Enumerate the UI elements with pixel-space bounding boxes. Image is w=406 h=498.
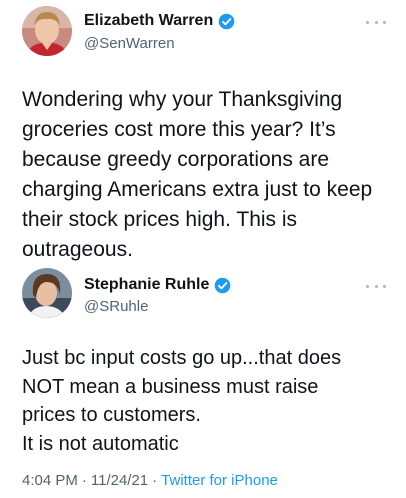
verified-badge-icon	[218, 13, 235, 30]
tweet-header: Elizabeth Warren @SenWarren	[0, 0, 406, 60]
avatar-elizabeth-warren[interactable]	[22, 6, 72, 56]
quoted-tweet-body: Just bc input costs go up...that does NO…	[22, 347, 342, 455]
more-options-icon[interactable]	[366, 18, 386, 26]
tweet-body: Wondering why your Thanksgiving grocerie…	[22, 88, 373, 261]
separator: ·	[152, 472, 158, 489]
quoted-author-handle[interactable]: @SRuhle	[84, 298, 148, 315]
quoted-author-name[interactable]: Stephanie Ruhle	[84, 276, 209, 294]
verified-badge-icon	[214, 277, 231, 294]
tweet-time[interactable]: 4:04 PM	[22, 472, 78, 489]
tweet-date[interactable]: 11/24/21	[91, 472, 148, 489]
tweet-source-link[interactable]: Twitter for iPhone	[161, 472, 278, 489]
author-handle[interactable]: @SenWarren	[84, 35, 175, 52]
avatar-stephanie-ruhle[interactable]	[22, 268, 72, 318]
quoted-tweet-header: Stephanie Ruhle @SRuhle	[0, 262, 406, 322]
tweet-meta: 4:04 PM · 11/24/21 · Twitter for iPhone	[22, 472, 278, 489]
more-options-icon[interactable]	[366, 282, 386, 290]
author-name[interactable]: Elizabeth Warren	[84, 12, 213, 30]
separator: ·	[81, 472, 87, 489]
